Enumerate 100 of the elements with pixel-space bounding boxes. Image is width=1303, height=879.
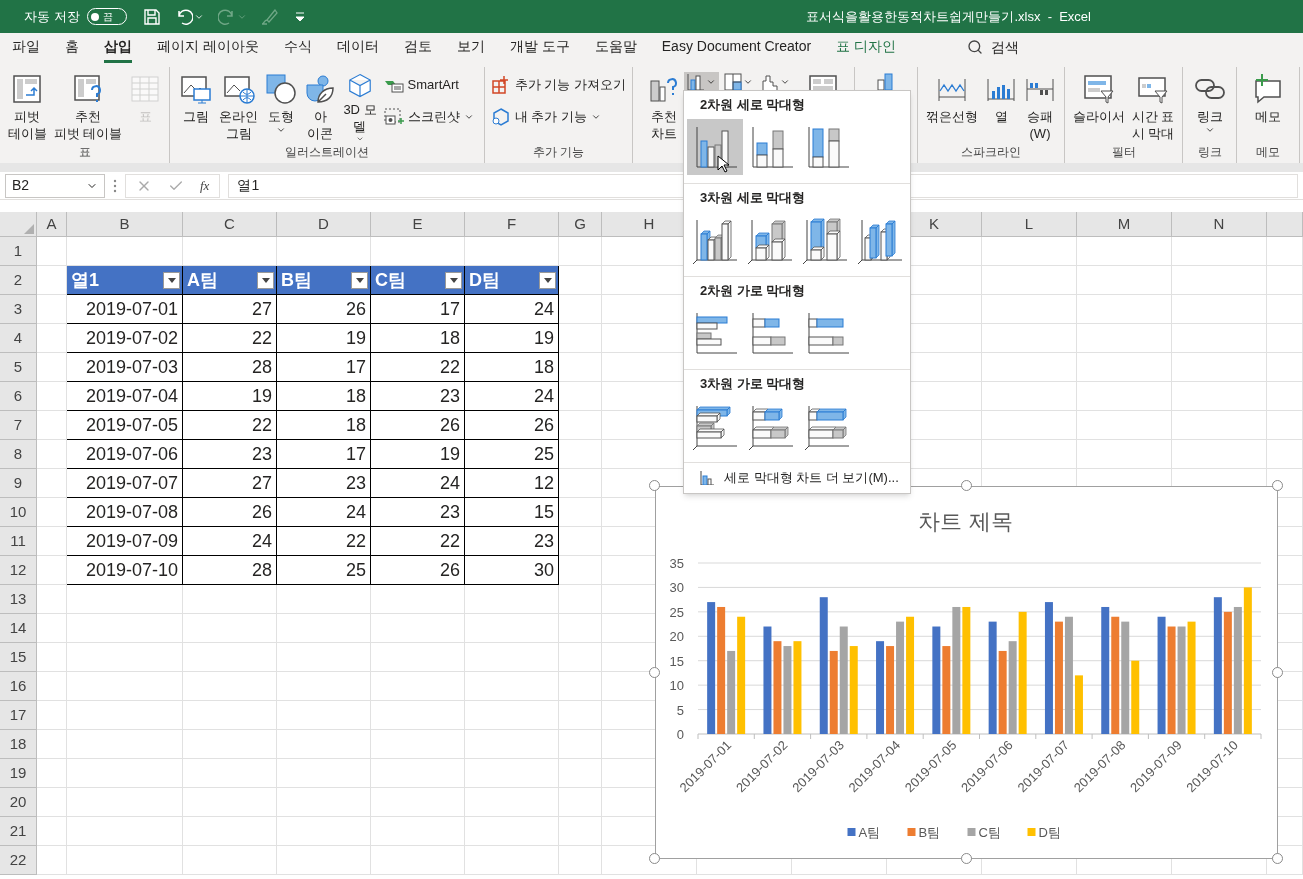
filter-button[interactable]: [163, 271, 180, 289]
redo-icon: [217, 7, 236, 26]
column-header[interactable]: L: [982, 212, 1077, 237]
pivot-table-icon: [11, 73, 44, 105]
ribbon-button[interactable]: 스크린샷: [380, 105, 477, 129]
column-header[interactable]: D: [277, 212, 371, 237]
shapes-icon: [265, 73, 298, 105]
row-header[interactable]: 1: [0, 237, 37, 266]
row-header[interactable]: 14: [0, 614, 37, 643]
resize-handle[interactable]: [649, 480, 660, 491]
axis-tick-label: 20: [669, 629, 684, 645]
ribbon-tab[interactable]: 표 디자인: [836, 35, 897, 63]
row-header[interactable]: 17: [0, 701, 37, 730]
search-label[interactable]: 검색: [991, 36, 1020, 58]
table-cell: 2019-07-10: [67, 556, 183, 585]
ribbon-tab[interactable]: 페이지 레이아웃: [157, 35, 259, 63]
section-heading: 2차원 세로 막대형: [700, 96, 806, 115]
ribbon-button[interactable]: 추가 기능 가져오기: [487, 73, 630, 97]
table-cell: 19: [465, 324, 559, 353]
table-cell: 26: [277, 295, 371, 324]
ribbon-tab[interactable]: 홈: [65, 35, 79, 63]
row-header[interactable]: 20: [0, 788, 37, 817]
ribbon-button[interactable]: 아 이콘: [301, 67, 340, 143]
table-cell: 30: [465, 556, 559, 585]
search-icon: [967, 39, 984, 55]
resize-handle[interactable]: [649, 666, 660, 678]
column-header[interactable]: F: [465, 212, 559, 237]
ribbon-button[interactable]: 추천 차트: [645, 67, 683, 143]
ribbon-tab[interactable]: 도움말: [594, 35, 637, 63]
ribbon-button[interactable]: 3D 모 델: [340, 67, 380, 143]
chart-type-dropdown[interactable]: [684, 72, 719, 92]
row-header[interactable]: 12: [0, 556, 37, 585]
column-header[interactable]: M: [1077, 212, 1172, 237]
ribbon-button[interactable]: 그림: [177, 67, 216, 143]
resize-handle[interactable]: [1272, 853, 1283, 864]
column-header[interactable]: N: [1172, 212, 1267, 237]
ribbon-tab[interactable]: 보기: [456, 35, 485, 63]
ribbon-button[interactable]: 꺾은선형: [923, 67, 981, 143]
ribbon-tab[interactable]: 개발 도구: [509, 35, 570, 63]
row-header[interactable]: 9: [0, 469, 37, 498]
column-header[interactable]: B: [67, 212, 183, 237]
ribbon-button[interactable]: SmartArt: [380, 73, 477, 97]
filter-button[interactable]: [257, 271, 274, 289]
row-header[interactable]: 5: [0, 353, 37, 382]
ribbon-button[interactable]: 열: [982, 67, 1020, 143]
column-header[interactable]: C: [183, 212, 277, 237]
column-header[interactable]: E: [371, 212, 465, 237]
row-header[interactable]: 15: [0, 643, 37, 672]
row-header[interactable]: 10: [0, 498, 37, 527]
ribbon-button[interactable]: 시간 표 시 막대: [1128, 67, 1178, 143]
ribbon-button[interactable]: 메모: [1249, 67, 1287, 143]
ribbon-button[interactable]: 링크: [1190, 67, 1229, 143]
ribbon-button[interactable]: 온라인 그림: [216, 67, 262, 143]
name-box[interactable]: B2: [5, 173, 105, 198]
table-cell: 19: [371, 440, 465, 469]
table-cell: 22: [371, 527, 465, 556]
filter-button[interactable]: [539, 271, 556, 289]
row-header[interactable]: 16: [0, 672, 37, 701]
table-cell: 18: [277, 411, 371, 440]
ribbon-tab[interactable]: 파일: [12, 35, 40, 63]
column-header[interactable]: G: [559, 212, 602, 237]
row-header[interactable]: 21: [0, 817, 37, 846]
table-cell: 26: [371, 556, 465, 585]
insert-function-button[interactable]: fx: [200, 175, 210, 196]
resize-handle[interactable]: [649, 853, 660, 864]
filter-button[interactable]: [351, 271, 368, 289]
row-header[interactable]: 19: [0, 759, 37, 788]
row-header[interactable]: 11: [0, 527, 37, 556]
ribbon-button[interactable]: 추천 피벗 테이블: [50, 67, 126, 143]
group-label: 일러스트레이션: [285, 144, 369, 161]
row-header[interactable]: 6: [0, 382, 37, 411]
filter-button[interactable]: [445, 271, 462, 289]
resize-handle[interactable]: [960, 853, 972, 864]
legend-label: B팀: [918, 825, 941, 840]
row-header[interactable]: 22: [0, 846, 37, 875]
row-header[interactable]: 2: [0, 266, 37, 295]
ribbon-tab[interactable]: 수식: [283, 35, 312, 63]
row-header[interactable]: 8: [0, 440, 37, 469]
ribbon-button[interactable]: 피벗 테이블: [4, 67, 50, 143]
resize-handle[interactable]: [960, 480, 972, 491]
ribbon-tab[interactable]: Easy Document Creator: [661, 35, 812, 63]
table-cell: 27: [183, 295, 277, 324]
table-cell: 24: [371, 469, 465, 498]
row-header[interactable]: 7: [0, 411, 37, 440]
column-header[interactable]: A: [37, 212, 67, 237]
row-header[interactable]: 3: [0, 295, 37, 324]
row-header[interactable]: 18: [0, 730, 37, 759]
ribbon-button[interactable]: 도형: [262, 67, 301, 143]
ribbon-button[interactable]: 승패 (W): [1021, 67, 1059, 143]
resize-handle[interactable]: [1272, 480, 1283, 491]
ribbon-button[interactable]: 슬라이서: [1069, 67, 1128, 143]
table-cell: 12: [465, 469, 559, 498]
ribbon-tab[interactable]: 검토: [403, 35, 432, 63]
ribbon-button[interactable]: 내 추가 기능: [487, 105, 630, 129]
ribbon-tab[interactable]: 데이터: [336, 35, 379, 63]
legend-label: A팀: [858, 825, 881, 840]
row-header[interactable]: 4: [0, 324, 37, 353]
resize-handle[interactable]: [1272, 666, 1283, 678]
chart-type-option[interactable]: [687, 119, 743, 175]
row-header[interactable]: 13: [0, 585, 37, 614]
